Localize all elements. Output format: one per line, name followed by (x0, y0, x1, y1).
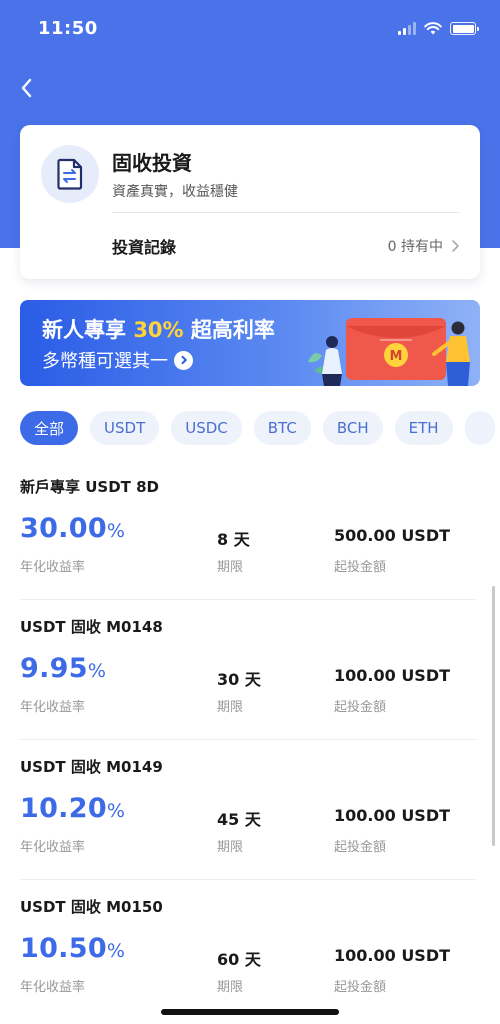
min-investment-label: 起投金額 (334, 980, 387, 995)
investment-records-label: 投資記錄 (112, 238, 177, 257)
back-button[interactable] (14, 74, 42, 102)
product-name: USDT 固收 M0148 (20, 618, 163, 636)
product-item[interactable]: USDT 固收 M0148 9.95% 年化收益率 30 天 期限 100.00… (20, 600, 476, 740)
product-item[interactable]: USDT 固收 M0149 10.20% 年化收益率 45 天 期限 100.0… (20, 740, 476, 880)
term-value: 45 天 (217, 810, 261, 829)
annual-rate-value: 10.20% (20, 793, 125, 824)
product-item[interactable]: 新戶專享 USDT 8D 30.00% 年化收益率 8 天 期限 500.00 … (20, 460, 476, 600)
tab-bch[interactable]: BCH (322, 411, 383, 445)
document-exchange-icon (57, 158, 83, 190)
promo-headline-suffix: 超高利率 (183, 318, 275, 342)
investment-records-row[interactable]: 投資記錄 0 持有中 (112, 225, 460, 267)
svg-text:M: M (390, 349, 403, 364)
annual-rate-number: 9.95 (20, 653, 88, 684)
status-time: 11:50 (38, 18, 98, 39)
promo-illustration: M (308, 318, 470, 386)
min-investment-label: 起投金額 (334, 840, 387, 855)
min-investment-value: 100.00 USDT (334, 666, 451, 685)
holding-status-text: 0 持有中 (387, 239, 443, 255)
promo-headline-prefix: 新人專享 (42, 318, 134, 342)
battery-icon (450, 22, 479, 35)
tab-btc[interactable]: BTC (253, 411, 311, 445)
promo-subline: 多幣種可選其一 (42, 347, 193, 373)
promo-highlight-rate: 30% (133, 318, 184, 342)
term-label: 期限 (217, 840, 244, 855)
fixed-income-summary-card: 固收投資 資產真實，收益穩健 投資記錄 0 持有中 (20, 125, 480, 279)
annual-rate-unit: % (106, 940, 126, 962)
chevron-left-icon (21, 78, 32, 98)
page-subtitle: 資產真實，收益穩健 (112, 184, 238, 200)
product-name: 新戶專享 USDT 8D (20, 478, 159, 496)
annual-rate-number: 10.50 (20, 933, 107, 964)
annual-rate-unit: % (106, 520, 126, 542)
tab-more-partial[interactable] (464, 411, 495, 445)
annual-rate-label: 年化收益率 (20, 840, 86, 855)
annual-rate-unit: % (106, 800, 126, 822)
promo-arrow-icon (174, 350, 193, 370)
wifi-icon (424, 22, 442, 35)
tab-eth[interactable]: ETH (394, 411, 453, 445)
min-investment-label: 起投金額 (334, 700, 387, 715)
status-bar: 11:50 (0, 0, 500, 60)
product-name: USDT 固收 M0149 (20, 758, 163, 776)
annual-rate-number: 30.00 (20, 513, 107, 544)
home-indicator (161, 1009, 339, 1015)
product-item[interactable]: USDT 固收 M0150 10.50% 年化收益率 60 天 期限 100.0… (20, 880, 476, 1020)
term-label: 期限 (217, 700, 244, 715)
annual-rate-label: 年化收益率 (20, 700, 86, 715)
product-list: 新戶專享 USDT 8D 30.00% 年化收益率 8 天 期限 500.00 … (0, 460, 500, 1020)
tab-usdt[interactable]: USDT (90, 411, 160, 445)
term-value: 30 天 (217, 670, 261, 689)
annual-rate-unit: % (87, 660, 107, 682)
tab-usdc[interactable]: USDC (171, 411, 242, 445)
annual-rate-label: 年化收益率 (20, 560, 86, 575)
term-value: 8 天 (217, 530, 250, 549)
term-label: 期限 (217, 560, 244, 575)
holding-status: 0 持有中 (388, 236, 460, 256)
promo-banner[interactable]: 新人專享 30% 超高利率 多幣種可選其一 M (20, 300, 480, 386)
status-icons (398, 22, 479, 35)
page-title: 固收投資 (112, 151, 192, 175)
currency-filter-tabs: 全部 USDT USDC BTC BCH ETH (20, 411, 500, 445)
min-investment-value: 100.00 USDT (334, 946, 451, 965)
term-value: 60 天 (217, 950, 261, 969)
scrollbar[interactable] (492, 586, 495, 846)
card-icon-container (41, 145, 99, 203)
annual-rate-label: 年化收益率 (20, 980, 86, 995)
annual-rate-value: 30.00% (20, 513, 125, 544)
chevron-right-icon (452, 240, 459, 252)
product-name: USDT 固收 M0150 (20, 898, 163, 916)
min-investment-value: 100.00 USDT (334, 806, 451, 825)
promo-subline-text: 多幣種可選其一 (42, 351, 168, 372)
tab-all[interactable]: 全部 (20, 411, 79, 445)
annual-rate-value: 10.50% (20, 933, 125, 964)
promo-headline: 新人專享 30% 超高利率 (42, 314, 275, 344)
min-investment-value: 500.00 USDT (334, 526, 451, 545)
cellular-signal-icon (398, 22, 416, 35)
annual-rate-value: 9.95% (20, 653, 106, 684)
card-divider (112, 212, 460, 213)
annual-rate-number: 10.20 (20, 793, 107, 824)
min-investment-label: 起投金額 (334, 560, 387, 575)
term-label: 期限 (217, 980, 244, 995)
